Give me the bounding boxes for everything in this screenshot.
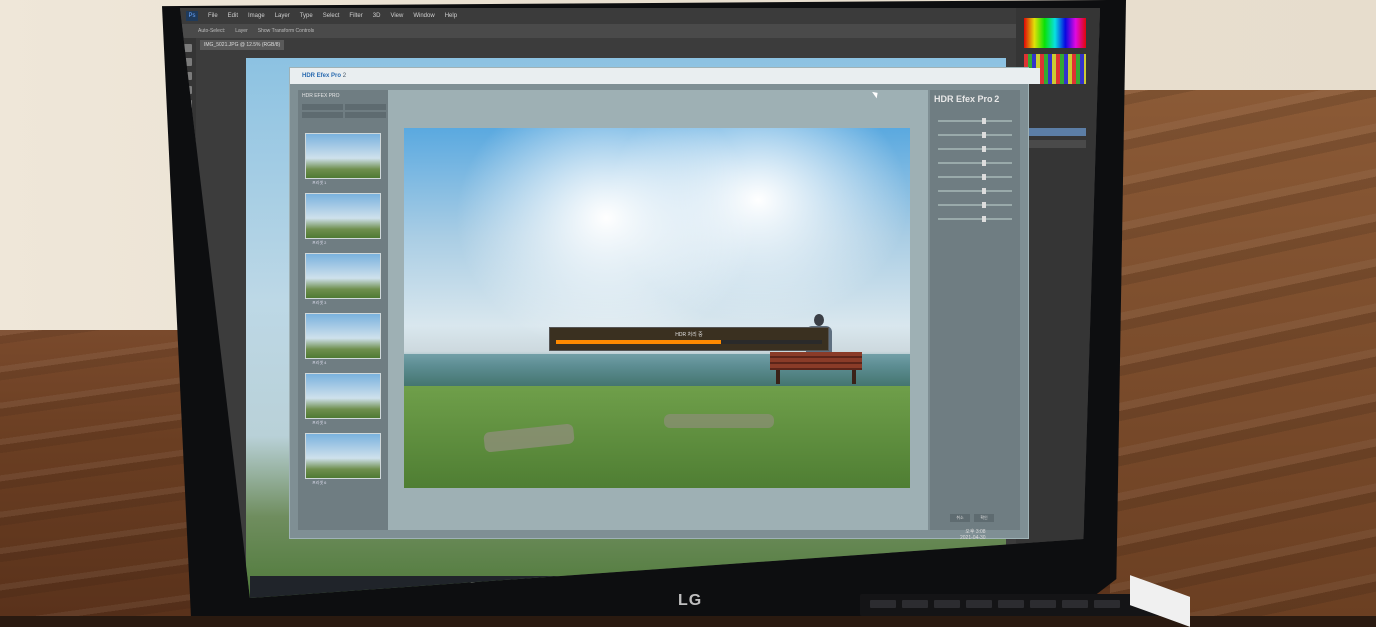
presets-header: HDR EFEX PRO [302,93,340,99]
move-tool-icon[interactable] [184,44,192,52]
dialog-buttons: 취소 확인 [950,514,994,522]
auto-select-dropdown[interactable]: Layer [235,28,248,34]
preset-label: 프리셋 5 [312,420,327,425]
cancel-button[interactable]: 취소 [950,514,970,522]
tone-slider[interactable] [938,132,1012,138]
preset-filter-button[interactable] [345,112,386,118]
preset-thumbnail[interactable]: 프리셋 6 [306,434,380,485]
system-tray-clock[interactable]: 오후 3:08 2021-04-30 [960,528,986,541]
progress-label: HDR 처리 중 [675,332,703,338]
preset-filter-button[interactable] [345,104,386,110]
presets-panel: HDR EFEX PRO 프리셋 1 프리셋 2 프리셋 3 프리셋 4 프리셋… [298,90,390,530]
color-panel[interactable] [1024,18,1086,48]
menu-help[interactable]: Help [445,13,457,19]
preset-filter-buttons [298,102,390,120]
preset-thumbnail[interactable]: 프리셋 2 [306,194,380,245]
plugin-title-suffix: 2 [342,73,347,79]
preset-thumbnail[interactable]: 프리셋 5 [306,374,380,425]
menu-filter[interactable]: Filter [349,13,362,19]
tone-slider[interactable] [938,118,1012,124]
progress-fill [556,340,721,344]
laptop-logo: LG [678,592,703,609]
desk-surface-right [1110,90,1376,616]
clock-date: 2021-04-30 [960,535,986,541]
layer-row[interactable] [1026,140,1086,148]
preview-grass [404,386,910,488]
photoshop-menubar: Ps File Edit Image Layer Type Select Fil… [180,8,1100,24]
preview-area: HDR 처리 중 [388,90,928,530]
tone-slider[interactable] [938,216,1012,222]
plugin-titlebar: HDR Efex Pro 2 [290,68,1040,84]
adjustments-title: HDR Efex Pro 2 [930,90,1020,108]
tone-slider[interactable] [938,174,1012,180]
plugin-title-brand: HDR Efex Pro [302,73,342,79]
menu-image[interactable]: Image [248,13,265,19]
preset-thumbnail[interactable]: 프리셋 3 [306,254,380,305]
hdr-plugin-window: HDR Efex Pro 2 HDR EFEX PRO 프리셋 1 프리셋 2 … [290,68,1040,538]
progress-track [556,340,822,344]
preset-thumbnail[interactable]: 프리셋 4 [306,314,380,365]
adjustments-title-text: HDR Efex Pro [934,94,993,104]
laptop-screen: Ps File Edit Image Layer Type Select Fil… [180,8,1100,598]
preset-label: 프리셋 1 [312,180,327,185]
adjustments-panel: HDR Efex Pro 2 [930,90,1020,530]
preset-label: 프리셋 2 [312,240,327,245]
adjustments-title-num: 2 [994,94,1000,104]
layer-row-selected[interactable] [1026,128,1086,136]
menu-view[interactable]: View [390,13,403,19]
menu-layer[interactable]: Layer [275,13,290,19]
preset-thumbnail[interactable]: 프리셋 1 [306,134,380,185]
tone-slider[interactable] [938,160,1012,166]
keyboard [860,594,1160,616]
preview-image: HDR 처리 중 [404,128,910,488]
preset-label: 프리셋 6 [312,480,327,485]
auto-select-label: Auto-Select: [198,28,226,34]
menu-select[interactable]: Select [323,13,340,19]
tone-slider[interactable] [938,146,1012,152]
preset-filter-button[interactable] [302,104,343,110]
tone-slider[interactable] [938,202,1012,208]
preset-filter-button[interactable] [302,112,343,118]
preset-thumbnails: 프리셋 1 프리셋 2 프리셋 3 프리셋 4 프리셋 5 프리셋 6 [306,134,384,494]
options-bar: Auto-Select: Layer Show Transform Contro… [180,24,1100,38]
preset-label: 프리셋 3 [312,300,327,305]
ok-button[interactable]: 확인 [974,514,994,522]
menu-file[interactable]: File [208,13,218,19]
preview-stone-path [664,414,774,428]
tone-slider[interactable] [938,188,1012,194]
menu-type[interactable]: Type [300,13,313,19]
clock-time: 오후 3:08 [965,529,986,535]
preset-label: 프리셋 4 [312,360,327,365]
preview-bench [770,352,862,384]
processing-progress: HDR 처리 중 [550,328,828,350]
show-transform-checkbox[interactable]: Show Transform Controls [258,28,314,34]
menu-window[interactable]: Window [413,13,434,19]
menu-3d[interactable]: 3D [373,13,381,19]
document-tab[interactable]: IMG_5021.JPG @ 12.5% (RGB/8) [200,40,285,50]
menu-edit[interactable]: Edit [228,13,238,19]
photoshop-logo: Ps [186,11,198,21]
